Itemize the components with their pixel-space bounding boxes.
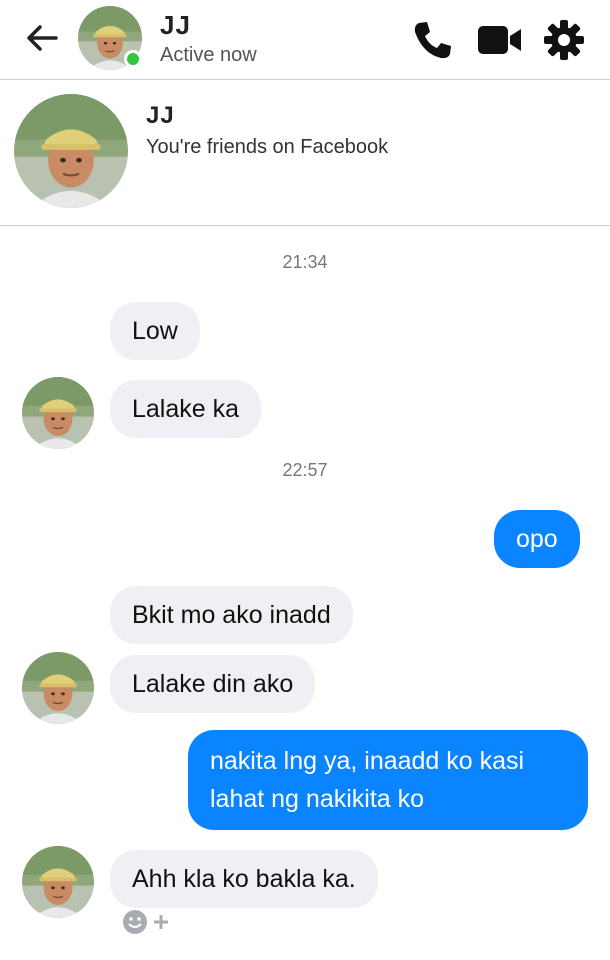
message-avatar[interactable] <box>22 377 94 449</box>
back-arrow-icon[interactable] <box>22 18 62 58</box>
emoji-react-icon[interactable] <box>120 906 180 938</box>
online-indicator <box>124 50 142 68</box>
profile-avatar[interactable] <box>14 94 128 208</box>
video-camera-icon[interactable] <box>475 20 523 60</box>
incoming-message[interactable]: Ahh kla ko bakla ka. <box>110 850 378 908</box>
gear-icon[interactable] <box>542 18 586 62</box>
timestamp: 21:34 <box>282 252 328 272</box>
active-status: Active now <box>160 44 257 66</box>
friendship-status: You're friends on Facebook <box>146 136 389 158</box>
profile-name[interactable]: JJ <box>146 102 175 130</box>
incoming-message[interactable]: Lalake din ako <box>110 655 316 713</box>
outgoing-message[interactable]: nakita lng ya, inaadd ko kasi lahat ng n… <box>188 730 588 830</box>
incoming-message[interactable]: Low <box>110 302 200 360</box>
chat-header: JJ Active now <box>0 0 610 80</box>
incoming-message[interactable]: Bkit mo ako inadd <box>110 586 353 644</box>
message-avatar[interactable] <box>22 652 94 724</box>
contact-name[interactable]: JJ <box>160 10 191 41</box>
outgoing-message[interactable]: opo <box>494 510 580 568</box>
plus-icon <box>154 915 168 929</box>
profile-summary: JJ You're friends on Facebook <box>0 80 610 226</box>
incoming-message[interactable]: Lalake ka <box>110 380 262 438</box>
message-avatar[interactable] <box>22 846 94 918</box>
phone-icon[interactable] <box>410 18 454 62</box>
timestamp: 22:57 <box>282 460 328 480</box>
